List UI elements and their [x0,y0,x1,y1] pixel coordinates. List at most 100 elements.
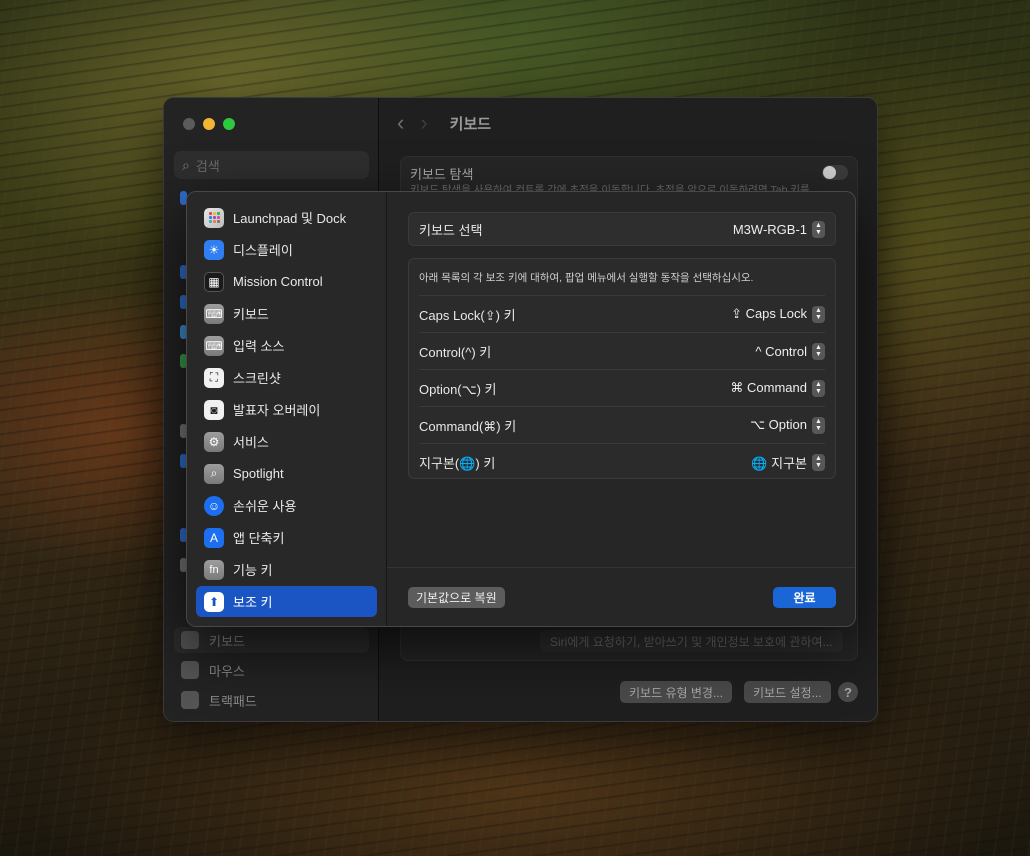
sidebar-item-mouse[interactable]: 마우스 [174,657,369,683]
screenshot-icon: ⛶ [204,367,224,388]
sheet-item-label: 앱 단축키 [233,531,285,546]
keyboard-select-label: 키보드 선택 [419,222,483,238]
sheet-item-label: 손쉬운 사용 [233,499,297,514]
keyboard-select-popup[interactable]: M3W-RGB-1 ▲ ▼ [733,220,825,238]
keyboard-nav-title: 키보드 탐색 [410,167,474,182]
modifier-key-label: 지구본(🌐) 키 [419,455,496,471]
input-source-icon: ⌨ [204,335,224,356]
change-keyboard-type-button[interactable]: 키보드 유형 변경... [620,681,732,703]
search-field[interactable]: ⌕ 검색 [174,151,369,179]
traffic-lights [183,118,235,130]
sheet-item-presenter-overlay[interactable]: ◙ 발표자 오버레이 [196,394,377,425]
keyboard-icon [181,631,199,649]
sheet-item-keyboard[interactable]: ⌨ 키보드 [196,298,377,329]
keyboard-nav-toggle[interactable] [822,165,848,180]
minimize-button[interactable] [203,118,215,130]
done-button[interactable]: 완료 [773,587,836,608]
modifier-keys-icon: ⬆ [204,591,224,612]
up-down-chevron-icon: ▲ ▼ [812,453,825,471]
sheet-main: 키보드 선택 M3W-RGB-1 ▲ ▼ 아래 목록의 각 보조 키에 대하여, … [387,192,855,626]
sheet-item-label: 키보드 [233,307,269,322]
search-icon: ⌕ [182,156,190,173]
modifier-keys-box: 아래 목록의 각 보조 키에 대하여, 팝업 메뉴에서 실행할 동작을 선택하십… [408,258,836,479]
modifier-row-control: Control(^) 키 ^ Control ▲ ▼ [419,332,825,369]
modifier-key-label: Control(^) 키 [419,344,492,360]
modifier-key-label: Option(⌥) 키 [419,381,497,397]
modifier-action-value: ⌥ Option [750,417,807,432]
modifier-row-caps-lock: Caps Lock(⇪) 키 ⇪ Caps Lock ▲ ▼ [419,295,825,332]
sheet-item-services[interactable]: ⚙ 서비스 [196,426,377,457]
sheet-item-function-keys[interactable]: fn 기능 키 [196,554,377,585]
sheet-item-label: Launchpad 및 Dock [233,211,347,226]
sidebar-item-trackpad[interactable]: 트랙패드 [174,687,369,713]
sheet-item-label: 서비스 [233,435,269,450]
help-button[interactable]: ? [838,682,858,702]
up-down-chevron-icon: ▲ ▼ [812,305,825,323]
sheet-item-label: 디스플레이 [233,243,293,258]
spotlight-search-icon: ⌕ [204,463,224,484]
back-chevron-icon[interactable]: ‹ [397,112,404,134]
sheet-sidebar: Launchpad 및 Dock ☀ 디스플레이 ▦ Mission Contr… [187,192,387,626]
modifier-action-popup[interactable]: ⇪ Caps Lock ▲ ▼ [731,305,825,323]
modifier-action-popup[interactable]: 🌐 지구본 ▲ ▼ [751,453,825,472]
sheet-item-label: 스크린샷 [233,371,281,386]
modifier-action-value: ⌘ Command [730,380,807,395]
sheet-item-label: Spotlight [233,466,284,481]
zoom-button[interactable] [223,118,235,130]
modifier-action-popup[interactable]: ⌘ Command ▲ ▼ [730,379,825,397]
restore-defaults-button[interactable]: 기본값으로 복원 [408,587,505,608]
keyboard-select-row: 키보드 선택 M3W-RGB-1 ▲ ▼ [408,212,836,246]
sheet-item-label: 보조 키 [233,595,273,610]
mission-control-icon: ▦ [204,271,224,292]
search-placeholder: 검색 [195,158,220,174]
footer-divider [387,567,855,568]
services-gear-icon: ⚙ [204,431,224,452]
close-button[interactable] [183,118,195,130]
display-brightness-icon: ☀ [204,239,224,260]
sheet-item-mission-control[interactable]: ▦ Mission Control [196,266,377,297]
trackpad-icon [181,691,199,709]
sheet-item-label: 발표자 오버레이 [233,403,321,418]
modifier-action-popup[interactable]: ⌥ Option ▲ ▼ [750,416,825,434]
sidebar-item-label: 마우스 [209,663,245,679]
launchpad-icon [204,207,224,228]
siri-privacy-button[interactable]: Siri에게 요청하기, 받아쓰기 및 개인정보 보호에 관하여... [540,630,843,652]
up-down-chevron-icon: ▲ ▼ [812,379,825,397]
modifier-action-value: ⇪ Caps Lock [731,306,807,321]
sheet-item-spotlight[interactable]: ⌕ Spotlight [196,458,377,489]
app-shortcuts-icon: A [204,527,224,548]
accessibility-icon: ☺ [204,495,224,516]
modifier-action-value: ^ Control [755,343,807,359]
modifier-description: 아래 목록의 각 보조 키에 대하여, 팝업 메뉴에서 실행할 동작을 선택하십… [419,272,754,284]
modifier-keys-sheet: Launchpad 및 Dock ☀ 디스플레이 ▦ Mission Contr… [186,191,856,627]
up-down-chevron-icon: ▲ ▼ [812,220,825,238]
keyboard-icon: ⌨ [204,303,224,324]
presenter-overlay-icon: ◙ [204,399,224,420]
fn-key-icon: fn [204,559,224,580]
sidebar-item-label: 트랙패드 [209,693,257,709]
modifier-key-label: Command(⌘) 키 [419,418,517,434]
sheet-item-app-shortcuts[interactable]: A 앱 단축키 [196,522,377,553]
mouse-icon [181,661,199,679]
up-down-chevron-icon: ▲ ▼ [812,342,825,360]
sheet-item-label: Mission Control [233,274,323,289]
sheet-item-screenshots[interactable]: ⛶ 스크린샷 [196,362,377,393]
sidebar-item-label: 키보드 [209,633,245,649]
up-down-chevron-icon: ▲ ▼ [812,416,825,434]
modifier-action-popup[interactable]: ^ Control ▲ ▼ [755,342,825,360]
window-title: 키보드 [449,115,492,133]
sheet-item-accessibility[interactable]: ☺ 손쉬운 사용 [196,490,377,521]
sheet-item-input-sources[interactable]: ⌨ 입력 소스 [196,330,377,361]
keyboard-setup-button[interactable]: 키보드 설정... [744,681,831,703]
sidebar-item-keyboard[interactable]: 키보드 [174,627,369,653]
sheet-item-label: 입력 소스 [233,339,285,354]
modifier-action-value: 🌐 지구본 [751,455,807,471]
sheet-item-display[interactable]: ☀ 디스플레이 [196,234,377,265]
modifier-row-globe: 지구본(🌐) 키 🌐 지구본 ▲ ▼ [419,443,825,480]
sheet-item-launchpad-dock[interactable]: Launchpad 및 Dock [196,202,377,233]
sheet-item-modifier-keys[interactable]: ⬆ 보조 키 [196,586,377,617]
sheet-item-label: 기능 키 [233,563,273,578]
forward-chevron-icon[interactable]: › [420,112,427,134]
modifier-key-label: Caps Lock(⇪) 키 [419,307,516,323]
window-toolbar: ‹ › 키보드 [379,98,877,148]
